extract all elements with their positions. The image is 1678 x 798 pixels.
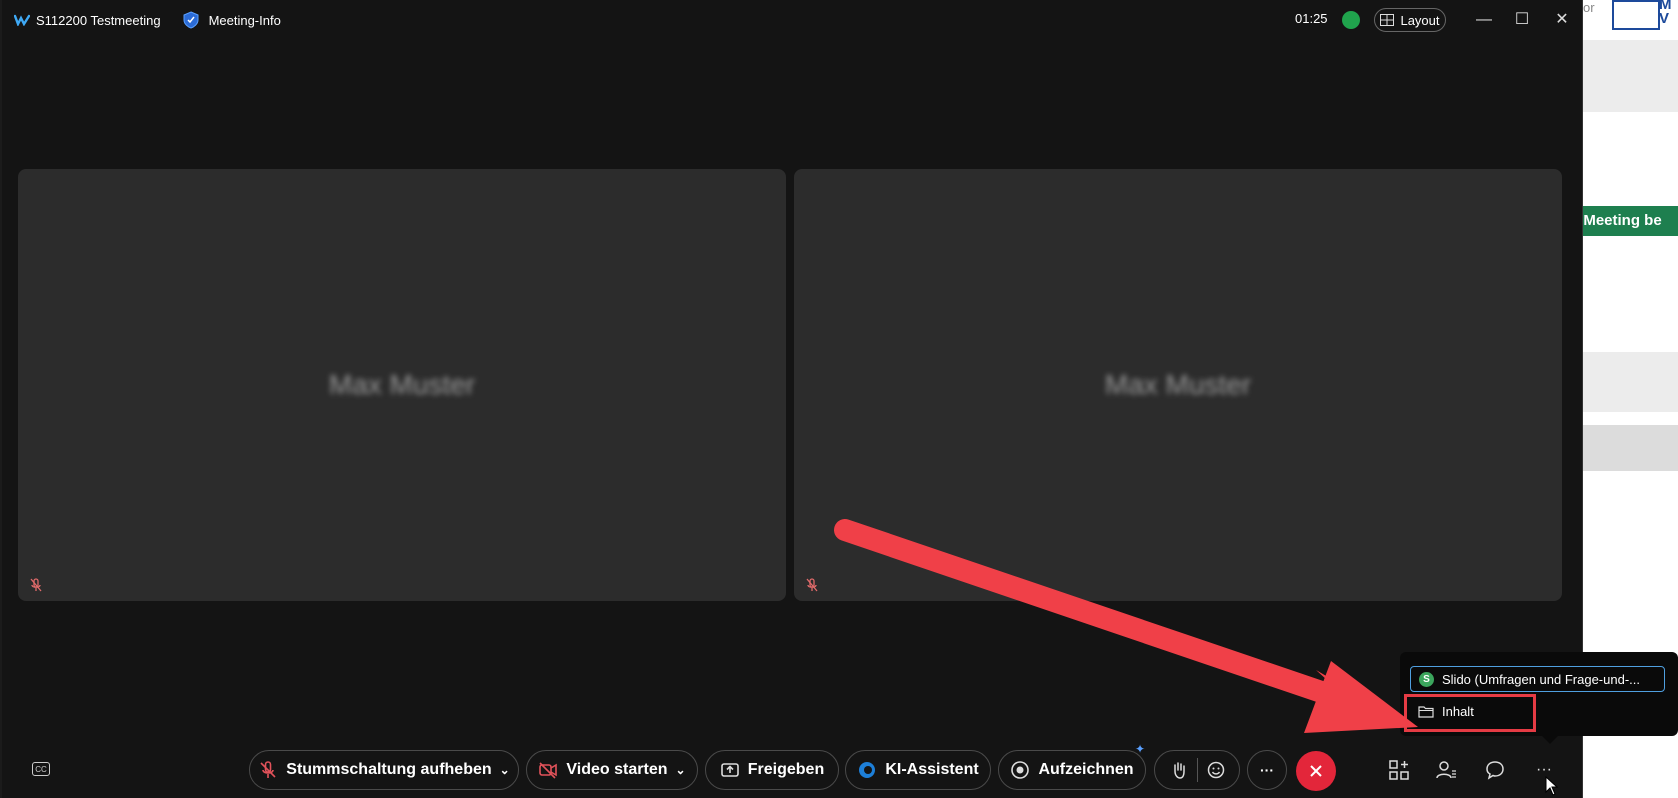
connection-signal-icon[interactable] [1342, 11, 1360, 29]
meeting-toolbar: CC Stummschaltung aufheben ⌄ Video start… [2, 742, 1582, 798]
layout-grid-icon [1380, 14, 1395, 26]
meeting-timer: 01:25 [1295, 11, 1328, 26]
reactions-group [1154, 750, 1240, 790]
record-icon [1011, 761, 1030, 779]
divider [1196, 758, 1198, 782]
raise-hand-icon[interactable] [1169, 760, 1189, 780]
emoji-reaction-icon[interactable] [1206, 760, 1226, 780]
mouse-cursor-icon [1545, 776, 1559, 796]
unmute-button[interactable]: Stummschaltung aufheben ⌄ [249, 750, 519, 790]
participants-icon[interactable] [1434, 758, 1458, 782]
background-logo-text: MV [1659, 0, 1672, 27]
muted-mic-icon [260, 761, 276, 778]
leave-meeting-button[interactable] [1296, 751, 1336, 791]
meeting-title: S112200 Testmeeting [36, 12, 161, 28]
share-icon [720, 763, 739, 777]
ai-assistant-label: KI-Assistent [885, 761, 979, 778]
shield-icon[interactable] [183, 11, 199, 29]
unmute-label: Stummschaltung aufheben [286, 761, 492, 778]
ai-assistant-button[interactable]: KI-Assistent [845, 750, 991, 790]
highlight-box [1404, 694, 1536, 732]
start-video-label: Video starten [566, 761, 668, 778]
participant-tile[interactable]: Max Muster [18, 169, 786, 601]
close-icon[interactable]: ✕ [1552, 10, 1572, 30]
ellipsis-icon: ··· [1260, 762, 1274, 778]
ai-assistant-icon [859, 762, 876, 778]
share-button[interactable]: Freigeben [705, 750, 839, 790]
muted-mic-icon [806, 578, 818, 592]
sparkle-icon: ✦ [1135, 742, 1146, 756]
participant-name: Max Muster [1104, 369, 1252, 400]
participant-name: Max Muster [328, 369, 476, 400]
chevron-down-icon[interactable]: ⌄ [676, 763, 686, 777]
minimize-icon[interactable]: — [1474, 10, 1494, 30]
background-panel [1580, 425, 1678, 471]
layout-label: Layout [1400, 12, 1440, 28]
share-label: Freigeben [747, 761, 825, 778]
participant-tile[interactable]: Max Muster [794, 169, 1562, 601]
background-logo [1612, 0, 1660, 30]
slido-icon: S [1419, 671, 1434, 687]
meeting-window: S112200 Testmeeting Meeting-Info 01:25 L… [2, 0, 1583, 798]
meeting-info-button[interactable]: Meeting-Info [209, 13, 281, 28]
start-video-button[interactable]: Video starten ⌄ [526, 750, 698, 790]
chevron-down-icon[interactable]: ⌄ [500, 763, 510, 777]
record-label: Aufzeichnen [1038, 761, 1134, 778]
chat-icon[interactable] [1483, 758, 1507, 782]
record-button[interactable]: Aufzeichnen [998, 750, 1146, 790]
layout-button[interactable]: Layout [1374, 8, 1446, 32]
more-options-button[interactable]: ··· [1247, 750, 1287, 790]
background-text: or [1583, 0, 1595, 15]
menu-item-slido[interactable]: S Slido (Umfragen und Frage-und-... [1410, 666, 1665, 692]
video-off-icon [539, 762, 558, 779]
apps-icon[interactable] [1387, 758, 1411, 782]
maximize-icon[interactable]: ☐ [1512, 10, 1532, 30]
background-join-button[interactable]: n Meeting be [1580, 206, 1678, 236]
menu-caret [1540, 734, 1560, 744]
menu-item-label: Slido (Umfragen und Frage-und-... [1442, 671, 1640, 687]
muted-mic-icon [30, 578, 42, 592]
background-panel [1580, 40, 1678, 112]
webex-logo-icon [14, 14, 30, 26]
close-icon [1310, 765, 1322, 777]
background-panel [1580, 352, 1678, 412]
closed-captions-icon[interactable]: CC [32, 762, 50, 776]
